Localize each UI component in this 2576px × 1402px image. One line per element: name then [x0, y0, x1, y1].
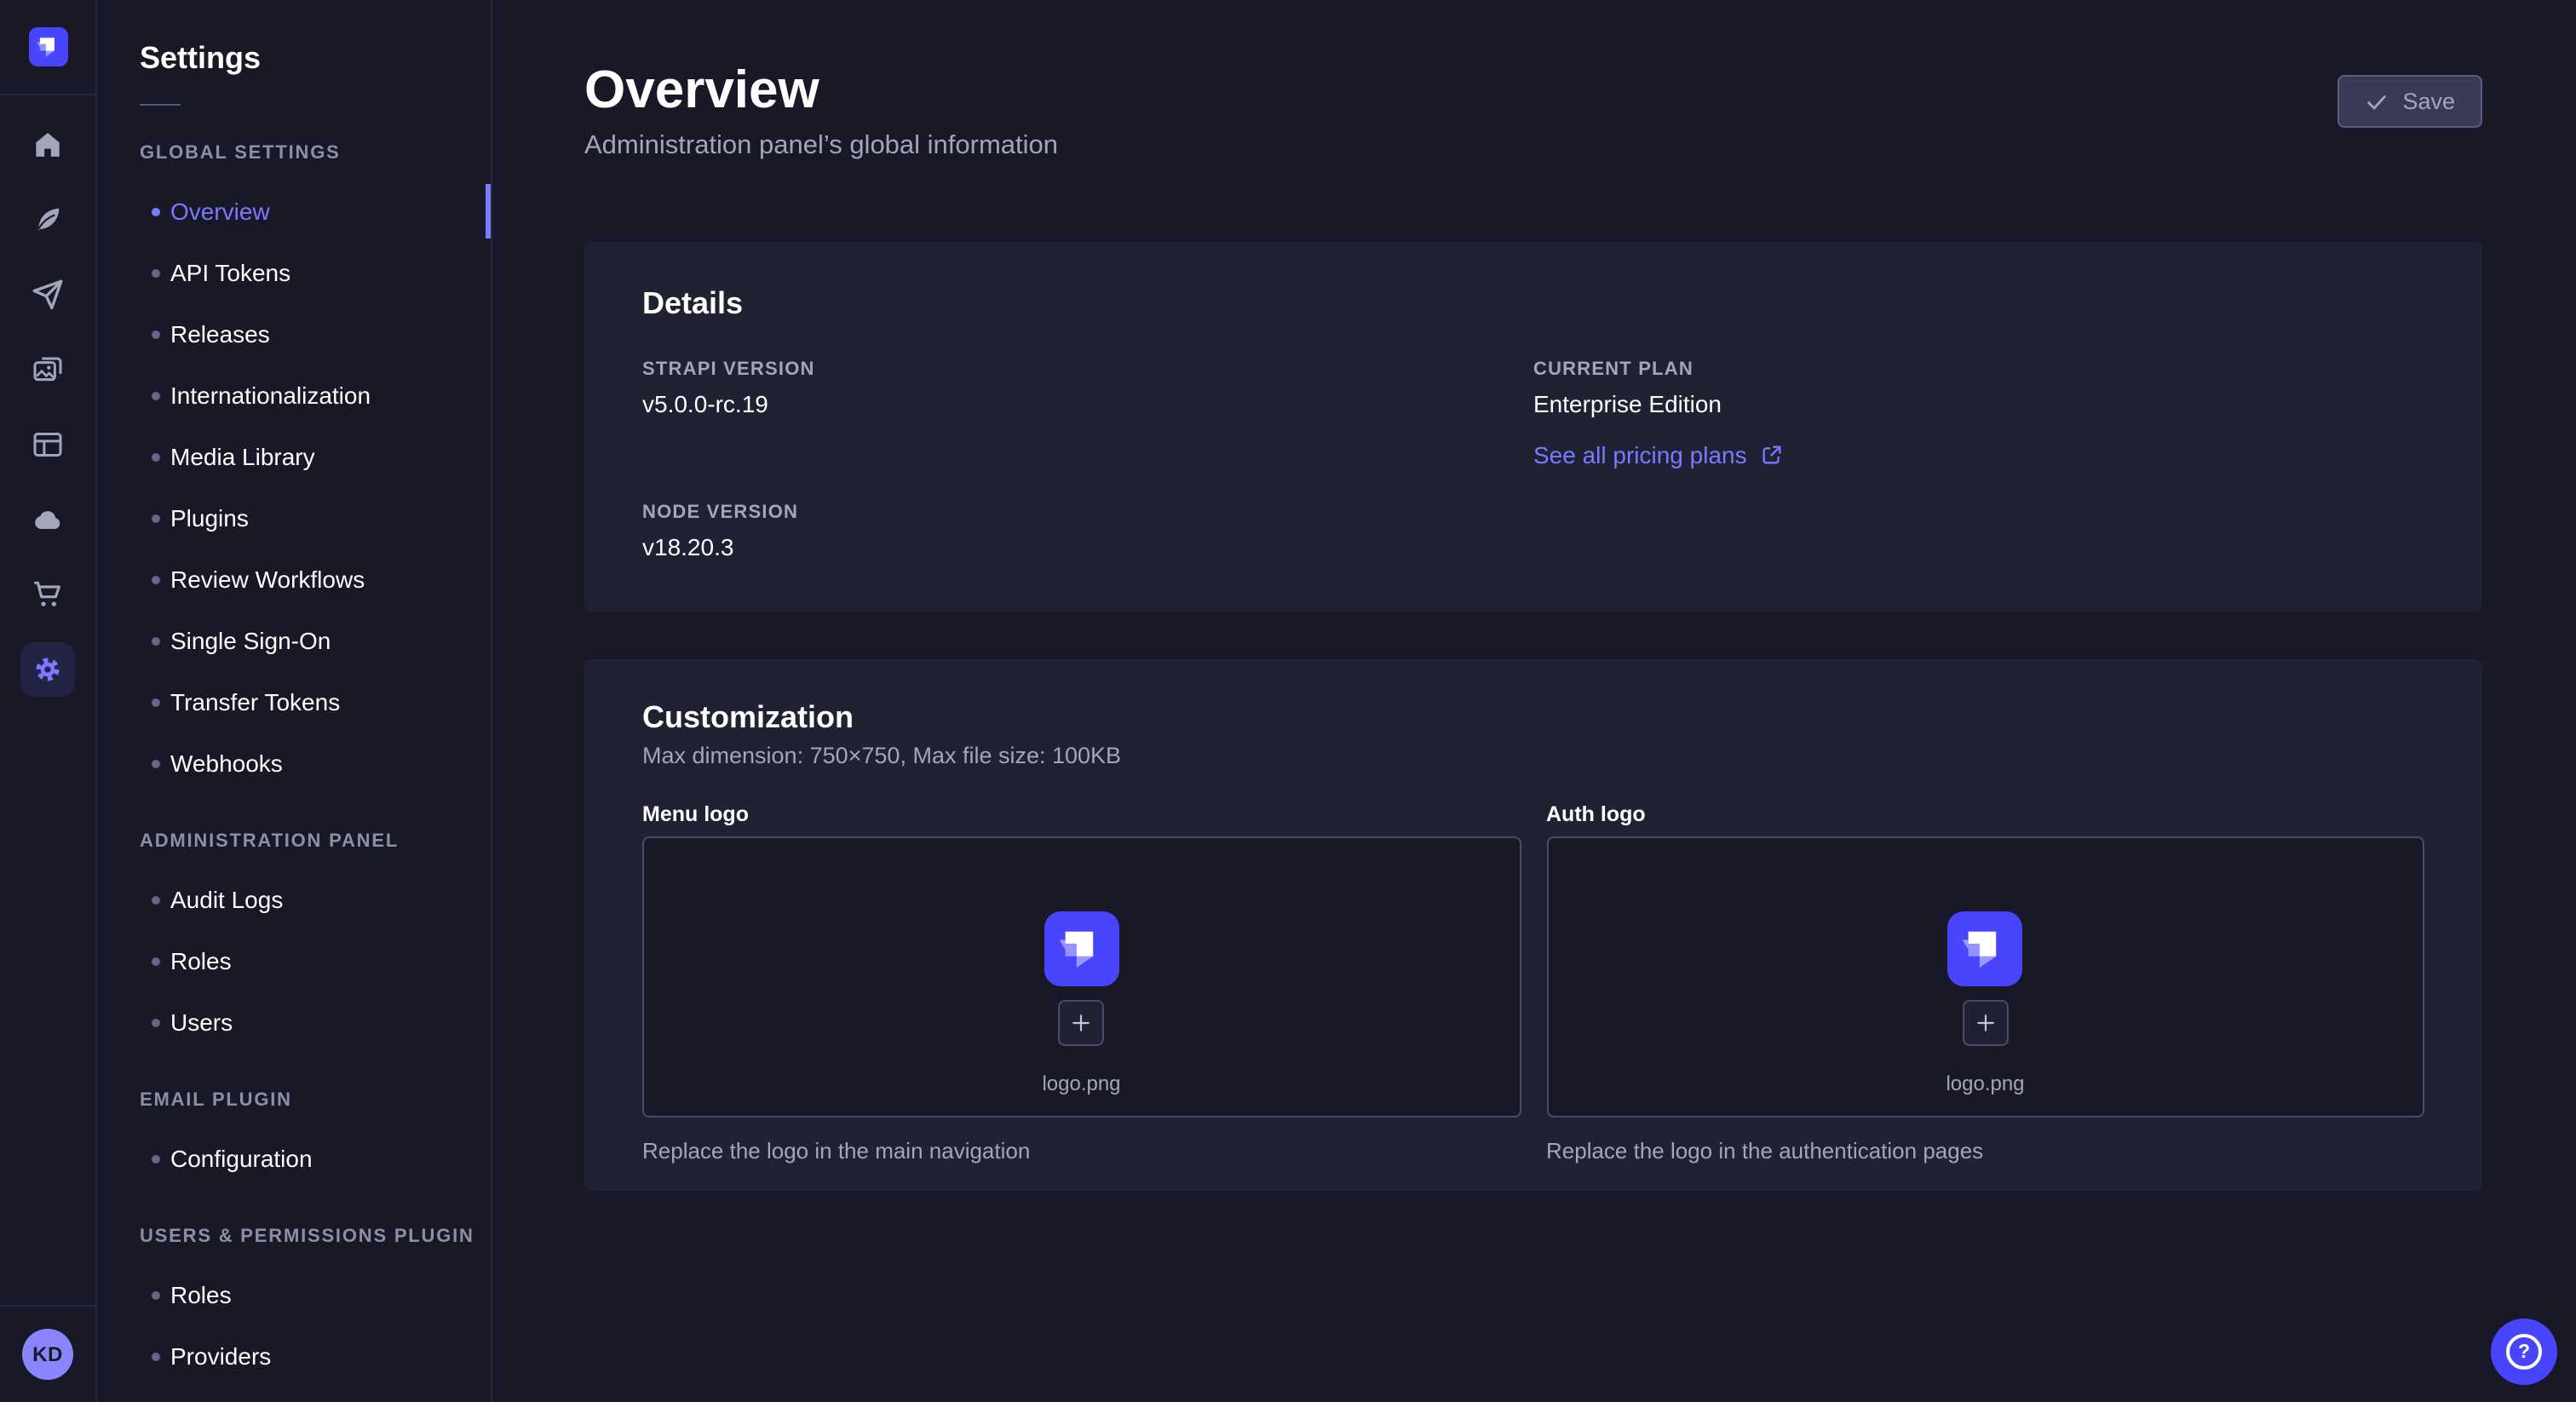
field-value: Enterprise Edition: [1533, 390, 2424, 417]
sidebar-item-review-workflows[interactable]: Review Workflows: [140, 549, 491, 610]
deploy-nav-button[interactable]: [20, 267, 75, 322]
plus-icon: [1975, 1012, 1997, 1034]
pricing-plans-link[interactable]: See all pricing plans: [1533, 441, 1785, 468]
strapi-logo-icon: [1948, 911, 2023, 986]
external-link-icon: [1761, 443, 1785, 467]
paper-plane-icon: [31, 278, 65, 312]
check-icon: [2365, 89, 2389, 113]
customization-card: Customization Max dimension: 750×750, Ma…: [584, 659, 2482, 1191]
add-menu-logo-button[interactable]: [1059, 1000, 1105, 1046]
main-content: Overview Administration panel’s global i…: [491, 0, 2576, 1402]
menu-logo-label: Menu logo: [642, 802, 1521, 826]
field-label: STRAPI VERSION: [642, 359, 1533, 380]
sidebar-section-users-permissions: USERS & PERMISSIONS PLUGIN Roles Provide…: [140, 1227, 491, 1387]
cloud-icon: [31, 503, 65, 537]
node-version-field: NODE VERSION v18.20.3: [642, 503, 1533, 560]
sidebar-item-configuration[interactable]: Configuration: [140, 1128, 491, 1189]
sidebar-section-header: USERS & PERMISSIONS PLUGIN: [140, 1227, 491, 1247]
sidebar-item-up-roles[interactable]: Roles: [140, 1264, 491, 1325]
feather-icon: [31, 203, 65, 237]
sidebar-item-transfer-tokens[interactable]: Transfer Tokens: [140, 671, 491, 733]
sidebar-section-admin-panel: ADMINISTRATION PANEL Audit Logs Roles Us…: [140, 831, 491, 1053]
gear-icon: [31, 652, 65, 687]
nav-rail: KD: [0, 0, 97, 1402]
media-library-icon: [31, 353, 65, 387]
field-value: v18.20.3: [642, 533, 1533, 560]
sidebar-item-plugins[interactable]: Plugins: [140, 487, 491, 549]
sidebar-section-header: GLOBAL SETTINGS: [140, 143, 491, 164]
rail-divider: [0, 94, 95, 95]
strapi-logo-icon: [1044, 911, 1119, 986]
layout-icon: [31, 428, 65, 462]
home-icon: [31, 128, 65, 162]
customization-title: Customization: [642, 700, 2424, 736]
details-title: Details: [642, 286, 2424, 322]
sidebar-item-users[interactable]: Users: [140, 991, 491, 1053]
sidebar-item-api-tokens[interactable]: API Tokens: [140, 242, 491, 303]
sidebar-item-single-sign-on[interactable]: Single Sign-On: [140, 610, 491, 671]
settings-nav-button[interactable]: [20, 642, 75, 697]
help-button[interactable]: ?: [2491, 1319, 2557, 1385]
rail-bottom: KD: [0, 1305, 95, 1402]
content-nav-button[interactable]: [20, 192, 75, 247]
sidebar-section-email-plugin: EMAIL PLUGIN Configuration: [140, 1090, 491, 1189]
sidebar-item-up-providers[interactable]: Providers: [140, 1325, 491, 1387]
media-nav-button[interactable]: [20, 342, 75, 397]
cloud-nav-button[interactable]: [20, 492, 75, 547]
strapi-version-field: STRAPI VERSION v5.0.0-rc.19: [642, 359, 1533, 472]
strapi-logo[interactable]: [28, 27, 67, 66]
rail-divider: [0, 1305, 95, 1307]
user-avatar[interactable]: KD: [22, 1329, 73, 1380]
customization-subtitle: Max dimension: 750×750, Max file size: 1…: [642, 743, 2424, 768]
details-card: Details STRAPI VERSION v5.0.0-rc.19 CURR…: [584, 242, 2482, 612]
page-subtitle: Administration panel’s global informatio…: [584, 131, 1058, 162]
field-label: NODE VERSION: [642, 503, 1533, 523]
add-auth-logo-button[interactable]: [1963, 1000, 2009, 1046]
menu-logo-field: Menu logo: [642, 802, 1521, 1164]
auth-logo-helper: Replace the logo in the authentication p…: [1546, 1138, 2424, 1164]
strapi-admin-app: KD Settings GLOBAL SETTINGS Overview API…: [0, 0, 2576, 1402]
sidebar-section-global: GLOBAL SETTINGS Overview API Tokens Rele…: [140, 143, 491, 794]
save-button[interactable]: Save: [2337, 75, 2482, 128]
strapi-logo-icon: [28, 27, 67, 66]
cart-icon: [31, 577, 65, 612]
field-label: CURRENT PLAN: [1533, 359, 2424, 380]
current-plan-field: CURRENT PLAN Enterprise Edition See all …: [1533, 359, 2424, 472]
page-header: Overview Administration panel’s global i…: [491, 0, 2576, 162]
field-value: v5.0.0-rc.19: [642, 390, 1533, 417]
auth-logo-preview: [1948, 911, 2023, 986]
sidebar-item-webhooks[interactable]: Webhooks: [140, 733, 491, 794]
menu-logo-preview: [1044, 911, 1119, 986]
menu-logo-dropzone[interactable]: logo.png: [642, 836, 1521, 1118]
auth-logo-label: Auth logo: [1546, 802, 2424, 826]
settings-sidebar: Settings GLOBAL SETTINGS Overview API To…: [97, 0, 492, 1402]
question-mark-icon: ?: [2506, 1334, 2542, 1370]
marketplace-nav-button[interactable]: [20, 567, 75, 622]
sidebar-item-internationalization[interactable]: Internationalization: [140, 365, 491, 426]
page-title: Overview: [584, 58, 1058, 121]
rail-nav: [20, 118, 75, 697]
plus-icon: [1071, 1012, 1093, 1034]
menu-logo-filename: logo.png: [1042, 1072, 1120, 1095]
home-nav-button[interactable]: [20, 118, 75, 172]
sidebar-title-rule: [140, 104, 181, 106]
sidebar-section-header: ADMINISTRATION PANEL: [140, 831, 491, 852]
auth-logo-dropzone[interactable]: logo.png: [1546, 836, 2424, 1118]
sidebar-item-roles[interactable]: Roles: [140, 930, 491, 991]
sidebar-title: Settings: [140, 41, 491, 77]
sidebar-item-overview[interactable]: Overview: [140, 181, 491, 242]
sidebar-item-media-library[interactable]: Media Library: [140, 426, 491, 487]
sidebar-item-releases[interactable]: Releases: [140, 303, 491, 365]
auth-logo-field: Auth logo: [1546, 802, 2424, 1164]
auth-logo-filename: logo.png: [1946, 1072, 2024, 1095]
sidebar-section-header: EMAIL PLUGIN: [140, 1090, 491, 1111]
menu-logo-helper: Replace the logo in the main navigation: [642, 1138, 1521, 1164]
sidebar-item-audit-logs[interactable]: Audit Logs: [140, 869, 491, 930]
layout-nav-button[interactable]: [20, 417, 75, 472]
